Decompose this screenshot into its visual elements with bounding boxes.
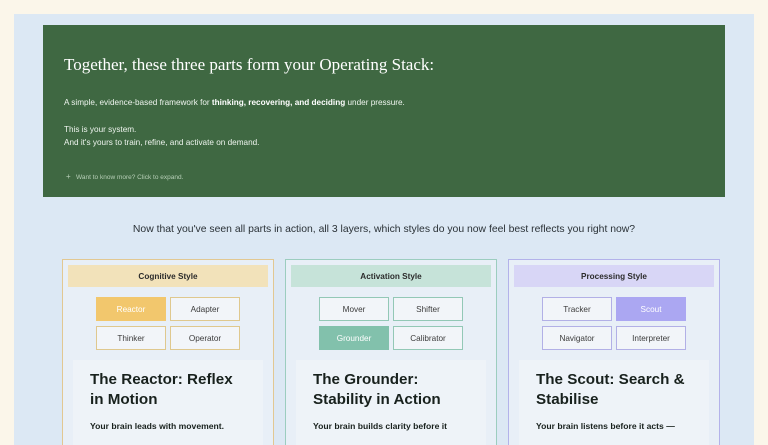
hero-description: A simple, evidence-based framework for t… [64, 98, 405, 107]
hero-description-end: under pressure. [345, 98, 405, 107]
style-options: Tracker Scout Navigator Interpreter [514, 297, 714, 350]
processing-style-card: Processing Style Tracker Scout Navigator… [508, 259, 720, 445]
style-options: Reactor Adapter Thinker Operator [68, 297, 268, 350]
style-title: The Scout: Search & Stabilise [536, 371, 685, 408]
style-options: Mover Shifter Grounder Calibrator [291, 297, 491, 350]
card-header: Cognitive Style [68, 265, 268, 287]
option-calibrator[interactable]: Calibrator [393, 326, 463, 350]
style-title: The Reactor: Reflex in Motion [90, 371, 233, 408]
style-description: Your brain listens before it acts — [536, 420, 675, 431]
option-operator[interactable]: Operator [170, 326, 240, 350]
option-scout[interactable]: Scout [616, 297, 686, 321]
hero-title: Together, these three parts form your Op… [64, 55, 435, 74]
hero-description-bold: thinking, recovering, and deciding [211, 98, 346, 107]
option-grounder[interactable]: Grounder [319, 326, 389, 350]
style-question: Now that you've seen all parts in action… [132, 224, 636, 235]
hero-system-line: This is your system. [64, 125, 137, 134]
expand-toggle[interactable]: + Want to know more? Click to expand. [66, 172, 183, 181]
style-detail: The Grounder: Stability in Action Your b… [296, 360, 486, 445]
hero-description-start: A simple, evidence-based framework for [64, 98, 212, 107]
option-thinker[interactable]: Thinker [96, 326, 166, 350]
expand-label: Want to know more? Click to expand. [76, 174, 184, 181]
activation-style-card: Activation Style Mover Shifter Grounder … [285, 259, 497, 445]
option-interpreter[interactable]: Interpreter [616, 326, 686, 350]
hero-train-line: And it's yours to train, refine, and act… [64, 138, 260, 147]
option-mover[interactable]: Mover [319, 297, 389, 321]
option-navigator[interactable]: Navigator [542, 326, 612, 350]
plus-icon: + [66, 172, 71, 181]
page-stage: Together, these three parts form your Op… [14, 14, 754, 445]
option-tracker[interactable]: Tracker [542, 297, 612, 321]
style-detail: The Reactor: Reflex in Motion Your brain… [73, 360, 263, 445]
card-header: Activation Style [291, 265, 491, 287]
style-detail: The Scout: Search & Stabilise Your brain… [519, 360, 709, 445]
style-description: Your brain builds clarity before it [313, 420, 448, 431]
option-reactor[interactable]: Reactor [96, 297, 166, 321]
operating-stack-panel: Together, these three parts form your Op… [43, 25, 725, 197]
option-shifter[interactable]: Shifter [393, 297, 463, 321]
style-description: Your brain leads with movement. [90, 420, 225, 431]
card-header: Processing Style [514, 265, 714, 287]
option-adapter[interactable]: Adapter [170, 297, 240, 321]
cognitive-style-card: Cognitive Style Reactor Adapter Thinker … [62, 259, 274, 445]
style-title: The Grounder: Stability in Action [313, 371, 441, 408]
